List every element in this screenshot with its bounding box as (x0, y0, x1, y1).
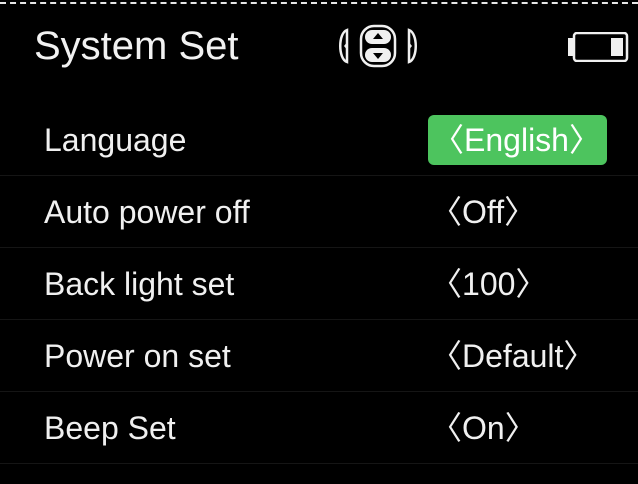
setting-value: Default (462, 338, 564, 374)
left-bracket: 〈 (430, 338, 463, 374)
left-bracket: 〈 (430, 194, 463, 230)
setting-label: Back light set (44, 266, 235, 302)
battery-icon (568, 32, 629, 62)
settings-list: Language 〈English〉 Auto power off 〈Off〉 … (0, 104, 638, 464)
page-title: System Set (34, 24, 239, 68)
setting-row-power-on[interactable]: Power on set 〈Default〉 (0, 320, 638, 392)
left-bracket: 〈 (430, 410, 463, 446)
right-bracket: 〉 (568, 122, 601, 158)
setting-value: English (464, 122, 569, 158)
setting-value-selector[interactable]: 〈Off〉 (428, 187, 538, 237)
setting-row-language[interactable]: Language 〈English〉 (0, 104, 638, 176)
setting-value-selector[interactable]: 〈Default〉 (428, 331, 597, 381)
right-bracket: 〉 (504, 194, 537, 230)
setting-row-back-light[interactable]: Back light set 〈100〉 (0, 248, 638, 320)
setting-value-selector[interactable]: 〈On〉 (428, 403, 539, 453)
screen-top-dashed-border (0, 2, 638, 4)
title-bar: System Set (0, 6, 638, 80)
setting-label: Beep Set (44, 410, 176, 446)
setting-value: On (462, 410, 505, 446)
setting-value: Off (462, 194, 505, 230)
device-screen: System Set Language 〈English〉 Auto power… (0, 0, 638, 484)
setting-label: Auto power off (44, 194, 250, 230)
setting-value: 100 (462, 266, 516, 302)
right-bracket: 〉 (563, 338, 596, 374)
setting-value-selector[interactable]: 〈English〉 (428, 115, 607, 165)
setting-row-auto-power-off[interactable]: Auto power off 〈Off〉 (0, 176, 638, 248)
dpad-navigation-icon (339, 24, 417, 68)
right-bracket: 〉 (515, 266, 548, 302)
right-bracket: 〉 (504, 410, 537, 446)
setting-label: Language (44, 122, 187, 158)
setting-row-beep[interactable]: Beep Set 〈On〉 (0, 392, 638, 464)
setting-value-selector[interactable]: 〈100〉 (428, 259, 549, 309)
setting-label: Power on set (44, 338, 231, 374)
left-bracket: 〈 (432, 122, 465, 158)
left-bracket: 〈 (430, 266, 463, 302)
